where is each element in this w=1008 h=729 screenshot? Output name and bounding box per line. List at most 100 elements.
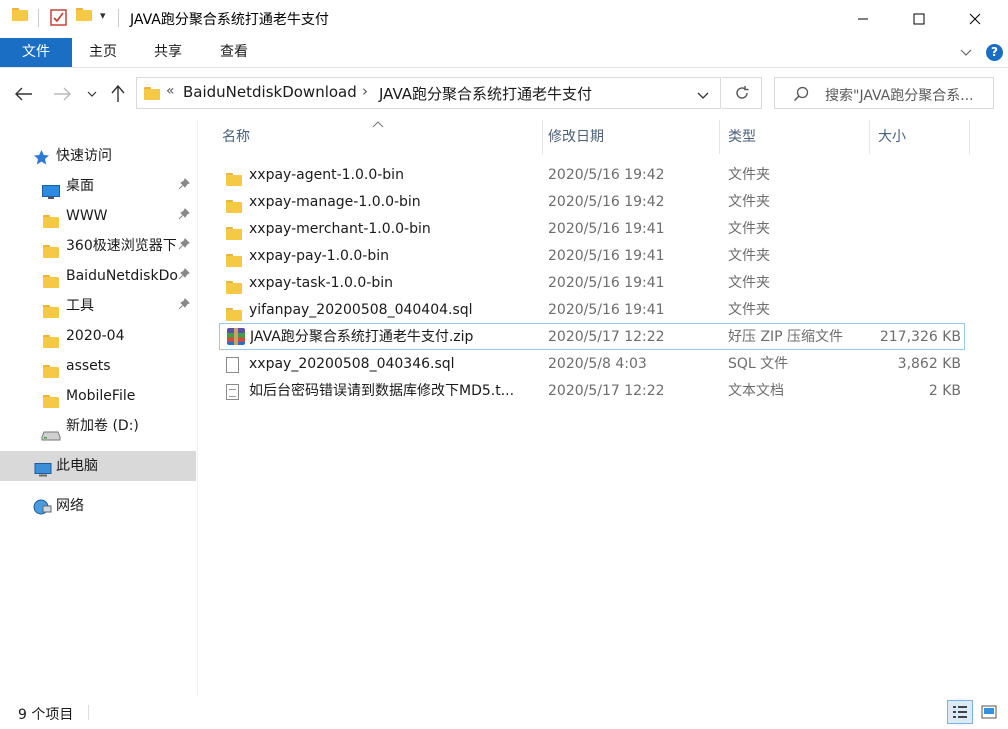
address-history-dropdown-icon[interactable] xyxy=(697,88,709,104)
file-type: SQL 文件 xyxy=(728,356,789,372)
separator xyxy=(118,9,119,27)
table-row[interactable]: 如后台密码错误请到数据库修改下MD5.t... 2020/5/17 12:22 … xyxy=(219,378,965,405)
file-type: 文件夹 xyxy=(728,167,770,183)
table-row[interactable]: xxpay_20200508_040346.sql 2020/5/8 4:03 … xyxy=(219,351,965,378)
nav-item-this-pc[interactable]: 此电脑 xyxy=(0,451,196,481)
column-header-name[interactable]: 名称 xyxy=(214,120,543,154)
nav-item-label: 2020-04 xyxy=(66,328,125,344)
column-header-size[interactable]: 大小 xyxy=(870,120,970,154)
nav-item-2020-04[interactable]: 2020-04 xyxy=(0,321,196,351)
tab-share[interactable]: 共享 xyxy=(142,38,194,67)
address-row: « BaiduNetdiskDownload › JAVA跑分聚合系统打通老牛支… xyxy=(0,68,1008,120)
folder-icon xyxy=(144,87,160,104)
star-icon xyxy=(33,147,50,171)
nav-item-label: 桌面 xyxy=(66,178,94,194)
nav-item-drive-d[interactable]: 新加卷 (D:) xyxy=(0,411,196,441)
file-date: 2020/5/16 19:41 xyxy=(548,302,665,318)
up-button[interactable] xyxy=(106,82,130,106)
file-size: 2 KB xyxy=(928,383,961,399)
network-icon xyxy=(32,497,52,521)
nav-quick-access-label: 快速访问 xyxy=(56,148,112,164)
separator xyxy=(38,9,39,27)
breadcrumb-separator[interactable]: › xyxy=(362,82,368,100)
minimize-button[interactable] xyxy=(834,0,892,38)
nav-this-pc-label: 此电脑 xyxy=(56,458,98,474)
maximize-button[interactable] xyxy=(890,0,948,38)
nav-item-label: BaiduNetdiskDownload xyxy=(66,268,178,284)
refresh-button[interactable] xyxy=(722,77,762,109)
nav-item-label: 新加卷 (D:) xyxy=(66,418,139,434)
nav-item-assets[interactable]: assets xyxy=(0,351,196,381)
file-type: 文件夹 xyxy=(728,275,770,291)
table-row[interactable]: xxpay-pay-1.0.0-bin 2020/5/16 19:41 文件夹 xyxy=(219,243,965,270)
pin-icon[interactable] xyxy=(178,171,190,201)
back-button[interactable] xyxy=(12,82,36,106)
status-bar: 9 个项目 xyxy=(0,695,1008,729)
table-row[interactable]: xxpay-merchant-1.0.0-bin 2020/5/16 19:41… xyxy=(219,216,965,243)
nav-item-label: WWW xyxy=(66,208,108,224)
table-row[interactable]: xxpay-task-1.0.0-bin 2020/5/16 19:41 文件夹 xyxy=(219,270,965,297)
file-date: 2020/5/16 19:41 xyxy=(548,275,665,291)
file-type: 文件夹 xyxy=(728,221,770,237)
pin-icon[interactable] xyxy=(178,201,190,231)
help-icon[interactable]: ? xyxy=(986,44,1003,61)
pin-icon[interactable] xyxy=(178,261,190,291)
table-row-selected[interactable]: JAVA跑分聚合系统打通老牛支付.zip 2020/5/17 12:22 好压 … xyxy=(219,323,965,350)
large-icons-view-button[interactable] xyxy=(976,700,1002,724)
expand-ribbon-icon[interactable] xyxy=(958,44,976,62)
tab-view[interactable]: 查看 xyxy=(208,38,260,67)
recent-locations-dropdown-icon[interactable] xyxy=(82,82,102,106)
customize-quick-access-dropdown-icon[interactable]: ▾ xyxy=(100,9,106,22)
details-view-button[interactable] xyxy=(947,700,973,724)
breadcrumb-segment-baidunetdiskdownload[interactable]: BaiduNetdiskDownload xyxy=(183,83,357,101)
pin-icon[interactable] xyxy=(178,291,190,321)
file-list: 名称 修改日期 类型 大小 xxpay-agent-1.0.0-bin 2020… xyxy=(199,120,989,695)
folder-icon xyxy=(43,389,59,411)
nav-item-label: assets xyxy=(66,358,111,374)
file-size: 3,862 KB xyxy=(897,356,961,372)
file-type: 文本文档 xyxy=(728,383,784,399)
nav-quick-access[interactable]: 快速访问 xyxy=(0,141,196,171)
item-count: 9 个项目 xyxy=(18,707,74,723)
nav-item-360-browser[interactable]: 360极速浏览器下 xyxy=(0,231,196,261)
large-icons-view-icon xyxy=(981,705,997,719)
nav-item-baidunetdiskdownload[interactable]: BaiduNetdiskDownload xyxy=(0,261,196,291)
tab-file[interactable]: 文件 xyxy=(0,38,72,67)
file-name: yifanpay_20200508_040404.sql xyxy=(249,302,473,318)
file-date: 2020/5/17 12:22 xyxy=(548,329,665,345)
search-input[interactable]: 搜索"JAVA跑分聚合系... xyxy=(825,85,991,105)
file-name: xxpay-task-1.0.0-bin xyxy=(249,275,393,291)
table-row[interactable]: xxpay-manage-1.0.0-bin 2020/5/16 19:42 文… xyxy=(219,189,965,216)
file-type: 好压 ZIP 压缩文件 xyxy=(728,329,844,345)
properties-checkbox-icon[interactable] xyxy=(50,9,67,30)
nav-item-network[interactable]: 网络 xyxy=(0,491,196,521)
column-header-date[interactable]: 修改日期 xyxy=(540,120,720,154)
forward-button[interactable] xyxy=(50,82,74,106)
drive-icon xyxy=(41,422,61,441)
tab-home[interactable]: 主页 xyxy=(78,38,128,67)
breadcrumb-overflow-button[interactable]: « xyxy=(166,83,175,99)
nav-item-label: MobileFile xyxy=(66,388,136,404)
file-name: JAVA跑分聚合系统打通老牛支付.zip xyxy=(250,329,474,345)
search-icon xyxy=(793,86,809,106)
navigation-pane: 快速访问 桌面 WWW 360极速浏览器下 BaiduNetdiskDownlo… xyxy=(0,120,198,695)
nav-item-www[interactable]: WWW xyxy=(0,201,196,231)
breadcrumb-segment-current-folder[interactable]: JAVA跑分聚合系统打通老牛支付 xyxy=(379,83,592,104)
close-button[interactable] xyxy=(946,0,1004,38)
new-folder-icon[interactable] xyxy=(76,8,92,25)
ribbon-tab-bar: 文件 主页 共享 查看 ? xyxy=(0,38,1008,68)
pin-icon[interactable] xyxy=(178,231,190,261)
nav-item-desktop[interactable]: 桌面 xyxy=(0,171,196,201)
nav-item-tools[interactable]: 工具 xyxy=(0,291,196,321)
search-box[interactable]: 搜索"JAVA跑分聚合系... xyxy=(774,77,994,109)
folder-icon xyxy=(43,269,59,291)
table-row[interactable]: yifanpay_20200508_040404.sql 2020/5/16 1… xyxy=(219,297,965,324)
nav-item-mobilefile[interactable]: MobileFile xyxy=(0,381,196,411)
file-type: 文件夹 xyxy=(728,194,770,210)
desktop-icon xyxy=(42,180,60,201)
nav-network-label: 网络 xyxy=(56,498,84,514)
address-bar[interactable]: « BaiduNetdiskDownload › JAVA跑分聚合系统打通老牛支… xyxy=(136,77,721,109)
folder-icon xyxy=(43,239,59,261)
column-header-type[interactable]: 类型 xyxy=(720,120,870,154)
table-row[interactable]: xxpay-agent-1.0.0-bin 2020/5/16 19:42 文件… xyxy=(219,162,965,189)
